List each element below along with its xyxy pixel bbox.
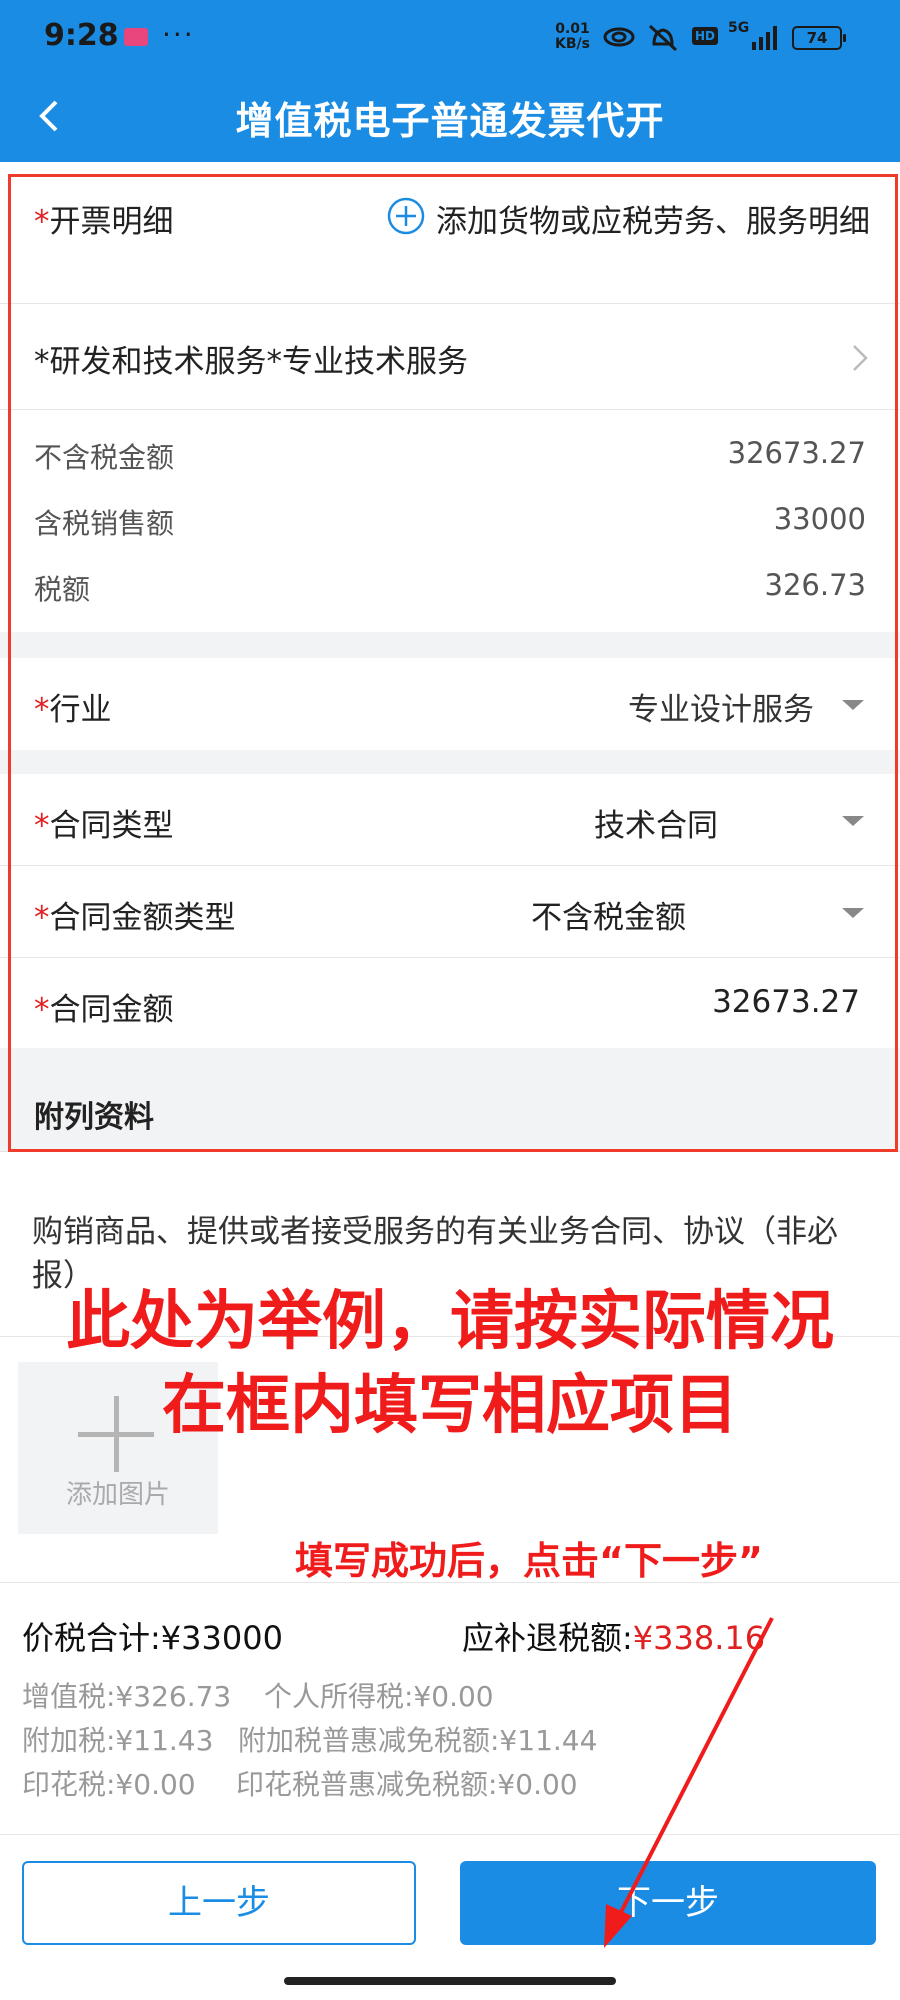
amount-excl-tax-value: 32673.27	[727, 436, 866, 470]
total-label: 价税合计:	[22, 1619, 161, 1657]
required-mark: *	[34, 992, 50, 1028]
link-icon	[603, 27, 635, 47]
dropdown-arrow-icon	[842, 908, 864, 918]
section-divider	[0, 632, 900, 658]
example-annotation-line1: 此处为举例，请按实际情况	[66, 1285, 834, 1359]
chevron-right-icon	[853, 345, 868, 371]
dropdown-arrow-icon	[842, 816, 864, 826]
add-item-label: 添加货物或应税劳务、服务明细	[436, 204, 870, 240]
example-annotation-line2: 在框内填写相应项目	[162, 1369, 738, 1443]
required-mark: *	[34, 204, 50, 240]
invoice-amounts: 不含税金额 32673.27 含税销售额 33000 税额 326.73	[0, 410, 900, 632]
total-value: ¥33000	[160, 1619, 283, 1657]
tax-summary: 价税合计:¥33000 应补退税额:¥338.16 增值税:¥326.73 个人…	[0, 1582, 900, 1834]
dropdown-arrow-icon	[842, 700, 864, 710]
more-notifications-icon: ···	[162, 18, 195, 51]
industry-value: 专业设计服务	[628, 692, 814, 728]
tax-value: 326.73	[764, 568, 866, 602]
network-type: 5G	[728, 20, 750, 36]
stamp-tax-relief-amount: 印花税普惠减免税额:¥0.00	[236, 1768, 578, 1801]
contract-type-label: 合同类型	[49, 808, 174, 844]
invoice-item-name: *研发和技术服务*专业技术服务	[34, 344, 468, 380]
page-title: 增值税电子普通发票代开	[235, 99, 665, 143]
vat-amount: 增值税:¥326.73	[22, 1680, 232, 1713]
footer-actions: 上一步 下一步	[0, 1834, 900, 2000]
section-divider	[0, 1048, 900, 1072]
invoice-form: *开票明细 添加货物或应税劳务、服务明细 *研发和技术服务*专业技术服务 不含税…	[0, 162, 900, 1152]
stamp-tax-amount: 印花税:¥0.00	[22, 1768, 196, 1801]
contract-amount-type-label: 合同金额类型	[49, 900, 236, 936]
add-item-button[interactable]: 添加货物或应税劳务、服务明细	[387, 196, 870, 240]
surtax-amount: 附加税:¥11.43	[22, 1724, 214, 1757]
required-mark: *	[34, 808, 50, 844]
status-bar: 9:28 ··· 0.01 KB/s HD 5G 74	[0, 0, 900, 70]
contract-amount-type-value: 不含税金额	[531, 900, 686, 936]
refund-amount: 应补退税额:¥338.16	[462, 1613, 765, 1659]
refund-label: 应补退税额:	[462, 1619, 633, 1657]
amount-incl-tax-label: 含税销售额	[34, 507, 175, 540]
status-time: 9:28	[44, 18, 119, 53]
contract-amount-type-select[interactable]: *合同金额类型 不含税金额	[0, 866, 900, 958]
industry-select[interactable]: *行业 专业设计服务	[0, 658, 900, 750]
signal-icon	[752, 26, 777, 50]
personal-income-tax-amount: 个人所得税:¥0.00	[264, 1680, 494, 1713]
amount-incl-tax-value: 33000	[773, 502, 866, 536]
next-step-button[interactable]: 下一步	[460, 1861, 876, 1945]
contract-type-select[interactable]: *合同类型 技术合同	[0, 774, 900, 866]
required-mark: *	[34, 900, 50, 936]
contract-amount-row: *合同金额 32673.27	[0, 958, 900, 1048]
contract-amount-input[interactable]: 32673.27	[712, 984, 860, 1020]
network-speed-unit: KB/s	[555, 36, 590, 52]
amount-excl-tax-label: 不含税金额	[34, 441, 175, 474]
refund-value: ¥338.16	[632, 1619, 766, 1657]
tax-label: 税额	[34, 573, 91, 606]
nav-bar: 增值税电子普通发票代开	[0, 70, 900, 162]
industry-label: 行业	[49, 692, 112, 728]
attachments-section-title: 附列资料	[34, 1100, 154, 1135]
section-divider	[0, 750, 900, 774]
invoice-item-row[interactable]: *研发和技术服务*专业技术服务	[0, 304, 900, 410]
surtax-relief-amount: 附加税普惠减免税额:¥11.44	[238, 1724, 598, 1757]
hd-voice-badge: HD	[692, 27, 719, 45]
total-amount: 价税合计:¥33000	[22, 1613, 283, 1659]
battery-level: 74	[806, 29, 828, 47]
next-step-hint: 填写成功后，点击“下一步”	[295, 1539, 763, 1583]
battery-icon: 74	[792, 26, 846, 50]
invoice-detail-label: 开票明细	[49, 204, 174, 240]
invoice-detail-header: *开票明细 添加货物或应税劳务、服务明细	[0, 162, 900, 304]
contract-amount-label: 合同金额	[49, 992, 174, 1028]
attachments-section-header: 附列资料	[0, 1072, 900, 1152]
network-speed-value: 0.01	[555, 21, 590, 37]
alarm-off-icon	[648, 24, 678, 52]
contract-type-value: 技术合同	[594, 808, 718, 844]
app-notification-icon	[124, 28, 148, 46]
add-circle-icon	[387, 197, 425, 235]
home-indicator	[284, 1977, 616, 1985]
example-annotation: 此处为举例，请按实际情况 在框内填写相应项目	[0, 1280, 900, 1448]
prev-step-button[interactable]: 上一步	[22, 1861, 416, 1945]
required-mark: *	[34, 692, 50, 728]
add-image-label: 添加图片	[65, 1480, 170, 1510]
network-speed: 0.01 KB/s	[555, 22, 590, 52]
